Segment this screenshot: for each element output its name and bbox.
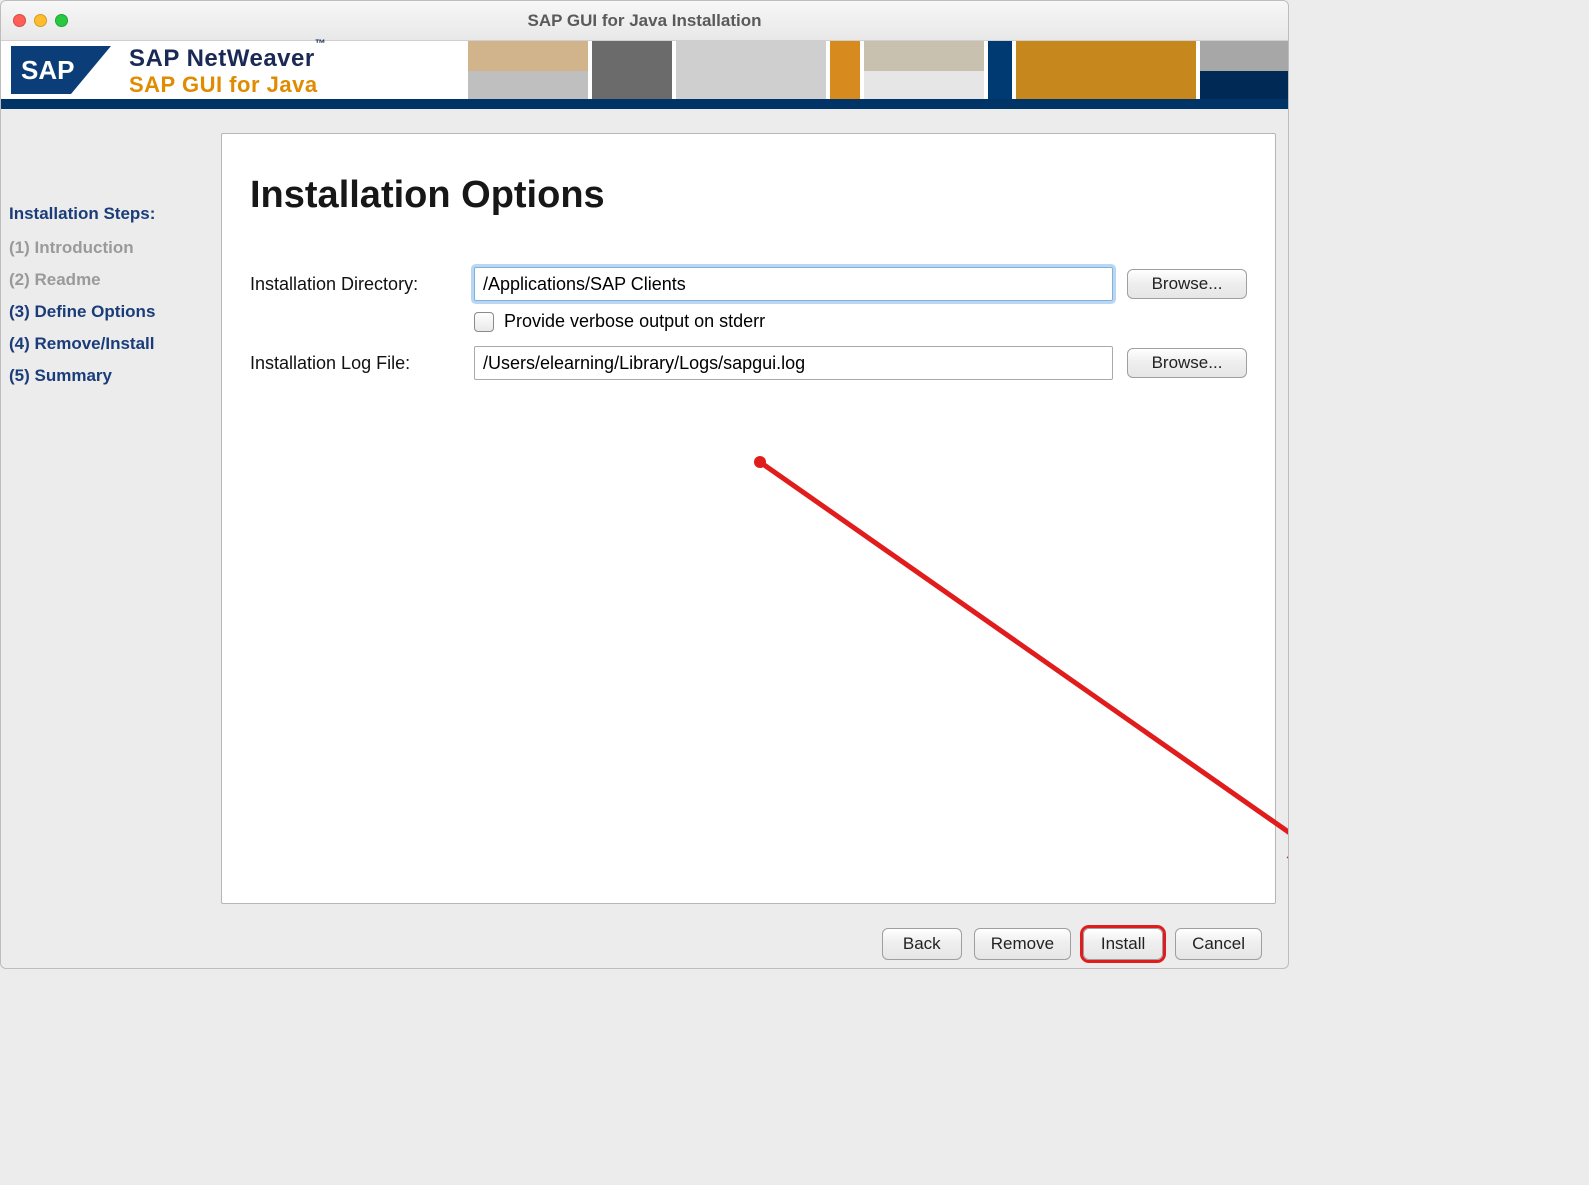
window-title: SAP GUI for Java Installation xyxy=(1,11,1288,31)
sidebar-heading: Installation Steps: xyxy=(9,204,213,224)
wizard-footer: Back Remove Install Cancel xyxy=(221,904,1276,968)
brand-line1: SAP NetWeaver™ xyxy=(129,46,326,72)
options-panel: Installation Options Installation Direct… xyxy=(221,133,1276,904)
step-readme: (2) Readme xyxy=(9,270,213,290)
step-remove-install: (4) Remove/Install xyxy=(9,334,213,354)
installer-window: SAP GUI for Java Installation SAP SAP Ne… xyxy=(0,0,1289,969)
page-title: Installation Options xyxy=(250,174,1247,217)
browse-log-button[interactable]: Browse... xyxy=(1127,348,1247,378)
step-define-options: (3) Define Options xyxy=(9,302,213,322)
sidebar: Installation Steps: (1) Introduction (2)… xyxy=(1,109,221,968)
titlebar: SAP GUI for Java Installation xyxy=(1,1,1288,41)
window-controls xyxy=(13,14,68,27)
browse-dir-button[interactable]: Browse... xyxy=(1127,269,1247,299)
sap-logo-icon: SAP xyxy=(11,46,111,94)
brand-header: SAP SAP NetWeaver™ SAP GUI for Java xyxy=(1,41,1288,109)
log-file-input[interactable] xyxy=(474,346,1113,380)
install-dir-label: Installation Directory: xyxy=(250,274,460,295)
remove-button[interactable]: Remove xyxy=(974,928,1071,960)
back-button[interactable]: Back xyxy=(882,928,962,960)
minimize-button[interactable] xyxy=(34,14,47,27)
install-dir-input[interactable] xyxy=(474,267,1113,301)
header-decoration xyxy=(468,41,1288,99)
verbose-label: Provide verbose output on stderr xyxy=(504,311,765,332)
log-file-label: Installation Log File: xyxy=(250,353,460,374)
annotation-arrow-icon xyxy=(742,444,1289,874)
zoom-button[interactable] xyxy=(55,14,68,27)
step-introduction: (1) Introduction xyxy=(9,238,213,258)
install-button[interactable]: Install xyxy=(1083,928,1163,960)
sap-logo-text: SAP xyxy=(21,55,74,85)
close-button[interactable] xyxy=(13,14,26,27)
verbose-checkbox[interactable] xyxy=(474,312,494,332)
cancel-button[interactable]: Cancel xyxy=(1175,928,1262,960)
step-summary: (5) Summary xyxy=(9,366,213,386)
brand-line2: SAP GUI for Java xyxy=(129,73,326,97)
